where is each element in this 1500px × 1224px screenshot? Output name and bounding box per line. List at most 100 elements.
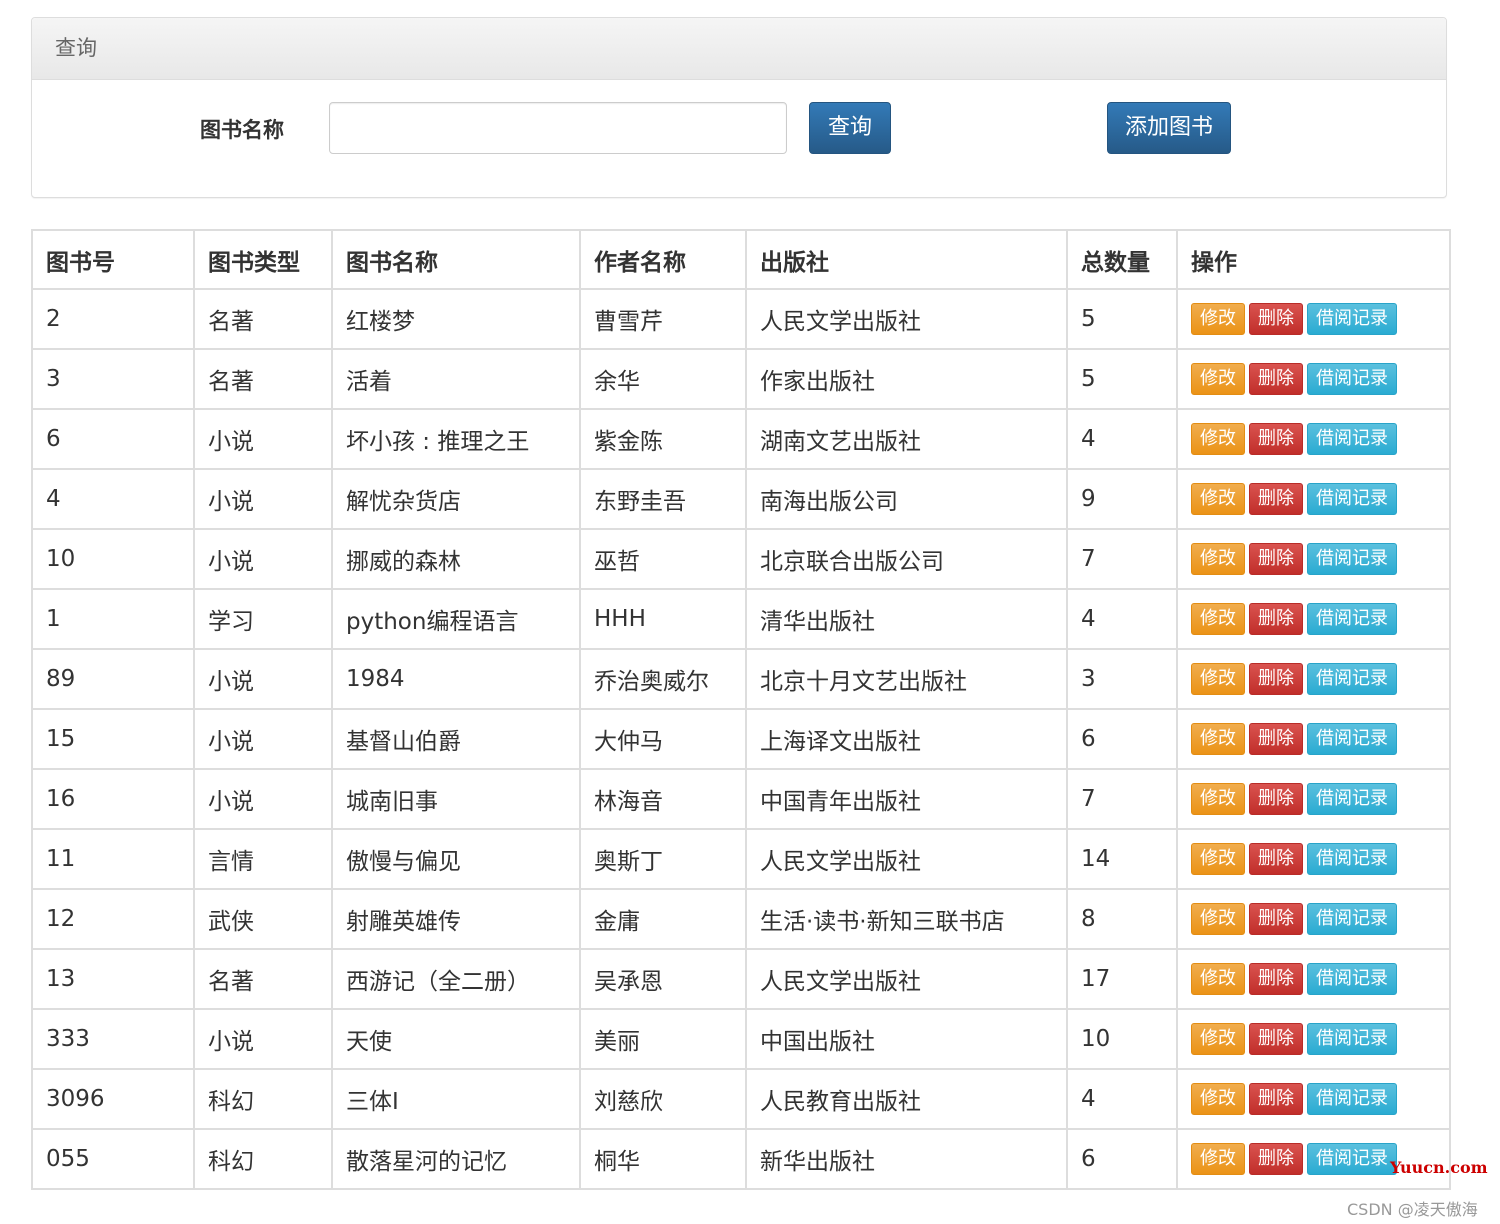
delete-button[interactable]: 删除	[1249, 423, 1303, 455]
cell-total: 3	[1066, 648, 1178, 710]
cell-publisher: 南海出版公司	[745, 468, 1068, 530]
borrow-records-button[interactable]: 借阅记录	[1307, 303, 1397, 335]
table-row: 3 名著 活着 余华 作家出版社 5 修改 删除 借阅记录	[31, 348, 1451, 410]
cell-publisher: 上海译文出版社	[745, 708, 1068, 770]
cell-book-type: 科幻	[193, 1128, 333, 1190]
cell-book-name: 挪威的森林	[331, 528, 581, 590]
table-row: 333 小说 天使 美丽 中国出版社 10 修改 删除 借阅记录	[31, 1008, 1451, 1070]
cell-book-id: 11	[31, 828, 195, 890]
cell-book-name: 基督山伯爵	[331, 708, 581, 770]
cell-publisher: 人民教育出版社	[745, 1068, 1068, 1130]
edit-button[interactable]: 修改	[1191, 423, 1245, 455]
edit-button[interactable]: 修改	[1191, 1083, 1245, 1115]
borrow-records-button[interactable]: 借阅记录	[1307, 543, 1397, 575]
delete-button[interactable]: 删除	[1249, 483, 1303, 515]
delete-button[interactable]: 删除	[1249, 363, 1303, 395]
edit-button[interactable]: 修改	[1191, 843, 1245, 875]
search-button[interactable]: 查询	[809, 102, 891, 154]
header-book-id: 图书号	[31, 229, 195, 290]
delete-button[interactable]: 删除	[1249, 843, 1303, 875]
delete-button[interactable]: 删除	[1249, 1023, 1303, 1055]
cell-book-id: 333	[31, 1008, 195, 1070]
delete-button[interactable]: 删除	[1249, 1083, 1303, 1115]
cell-actions: 修改 删除 借阅记录	[1176, 288, 1451, 350]
cell-publisher: 北京十月文艺出版社	[745, 648, 1068, 710]
cell-book-id: 13	[31, 948, 195, 1010]
cell-book-name: 傲慢与偏见	[331, 828, 581, 890]
cell-author: 大仲马	[579, 708, 747, 770]
delete-button[interactable]: 删除	[1249, 723, 1303, 755]
borrow-records-button[interactable]: 借阅记录	[1307, 1143, 1397, 1175]
cell-book-type: 学习	[193, 588, 333, 650]
cell-book-id: 16	[31, 768, 195, 830]
cell-actions: 修改 删除 借阅记录	[1176, 828, 1451, 890]
borrow-records-button[interactable]: 借阅记录	[1307, 783, 1397, 815]
borrow-records-button[interactable]: 借阅记录	[1307, 903, 1397, 935]
delete-button[interactable]: 删除	[1249, 1143, 1303, 1175]
table-row: 15 小说 基督山伯爵 大仲马 上海译文出版社 6 修改 删除 借阅记录	[31, 708, 1451, 770]
borrow-records-button[interactable]: 借阅记录	[1307, 603, 1397, 635]
edit-button[interactable]: 修改	[1191, 483, 1245, 515]
borrow-records-button[interactable]: 借阅记录	[1307, 363, 1397, 395]
cell-book-id: 6	[31, 408, 195, 470]
edit-button[interactable]: 修改	[1191, 1143, 1245, 1175]
edit-button[interactable]: 修改	[1191, 903, 1245, 935]
cell-publisher: 中国青年出版社	[745, 768, 1068, 830]
edit-button[interactable]: 修改	[1191, 1023, 1245, 1055]
edit-button[interactable]: 修改	[1191, 963, 1245, 995]
borrow-records-button[interactable]: 借阅记录	[1307, 1023, 1397, 1055]
cell-book-id: 3	[31, 348, 195, 410]
cell-total: 6	[1066, 708, 1178, 770]
cell-actions: 修改 删除 借阅记录	[1176, 408, 1451, 470]
borrow-records-button[interactable]: 借阅记录	[1307, 663, 1397, 695]
edit-button[interactable]: 修改	[1191, 603, 1245, 635]
cell-book-type: 名著	[193, 348, 333, 410]
borrow-records-button[interactable]: 借阅记录	[1307, 1083, 1397, 1115]
delete-button[interactable]: 删除	[1249, 543, 1303, 575]
edit-button[interactable]: 修改	[1191, 783, 1245, 815]
books-table: 图书号 图书类型 图书名称 作者名称 出版社 总数量 操作 2 名著 红楼梦 曹雪芹人…	[31, 229, 1451, 1190]
borrow-records-button[interactable]: 借阅记录	[1307, 483, 1397, 515]
table-row: 16 小说 城南旧事 林海音 中国青年出版社 7 修改 删除 借阅记录	[31, 768, 1451, 830]
cell-total: 8	[1066, 888, 1178, 950]
cell-book-name: 1984	[331, 648, 581, 710]
cell-actions: 修改 删除 借阅记录	[1176, 768, 1451, 830]
delete-button[interactable]: 删除	[1249, 303, 1303, 335]
cell-author: 曹雪芹	[579, 288, 747, 350]
cell-book-name: 射雕英雄传	[331, 888, 581, 950]
delete-button[interactable]: 删除	[1249, 603, 1303, 635]
cell-author: HHH	[579, 588, 747, 650]
delete-button[interactable]: 删除	[1249, 963, 1303, 995]
edit-button[interactable]: 修改	[1191, 303, 1245, 335]
table-row: 10 小说 挪威的森林 巫哲 北京联合出版公司 7 修改 删除 借阅记录	[31, 528, 1451, 590]
edit-button[interactable]: 修改	[1191, 723, 1245, 755]
table-row: 12 武侠 射雕英雄传 金庸 生活·读书·新知三联书店 8 修改 删除 借阅记录	[31, 888, 1451, 950]
edit-button[interactable]: 修改	[1191, 663, 1245, 695]
cell-book-type: 小说	[193, 648, 333, 710]
cell-book-type: 武侠	[193, 888, 333, 950]
cell-author: 巫哲	[579, 528, 747, 590]
delete-button[interactable]: 删除	[1249, 903, 1303, 935]
borrow-records-button[interactable]: 借阅记录	[1307, 723, 1397, 755]
cell-actions: 修改 删除 借阅记录	[1176, 888, 1451, 950]
borrow-records-button[interactable]: 借阅记录	[1307, 963, 1397, 995]
cell-total: 6	[1066, 1128, 1178, 1190]
table-header-row: 图书号 图书类型 图书名称 作者名称 出版社 总数量 操作	[31, 229, 1451, 290]
add-book-button[interactable]: 添加图书	[1107, 102, 1231, 154]
cell-book-name: 天使	[331, 1008, 581, 1070]
cell-actions: 修改 删除 借阅记录	[1176, 648, 1451, 710]
edit-button[interactable]: 修改	[1191, 543, 1245, 575]
table-row: 6 小说 坏小孩 : 推理之王 紫金陈 湖南文艺出版社 4 修改 删除 借阅记录	[31, 408, 1451, 470]
delete-button[interactable]: 删除	[1249, 663, 1303, 695]
borrow-records-button[interactable]: 借阅记录	[1307, 423, 1397, 455]
edit-button[interactable]: 修改	[1191, 363, 1245, 395]
cell-author: 东野圭吾	[579, 468, 747, 530]
cell-book-name: 城南旧事	[331, 768, 581, 830]
cell-total: 5	[1066, 348, 1178, 410]
cell-total: 9	[1066, 468, 1178, 530]
borrow-records-button[interactable]: 借阅记录	[1307, 843, 1397, 875]
cell-book-name: 红楼梦	[331, 288, 581, 350]
book-name-input[interactable]	[329, 102, 787, 154]
cell-total: 5	[1066, 288, 1178, 350]
delete-button[interactable]: 删除	[1249, 783, 1303, 815]
